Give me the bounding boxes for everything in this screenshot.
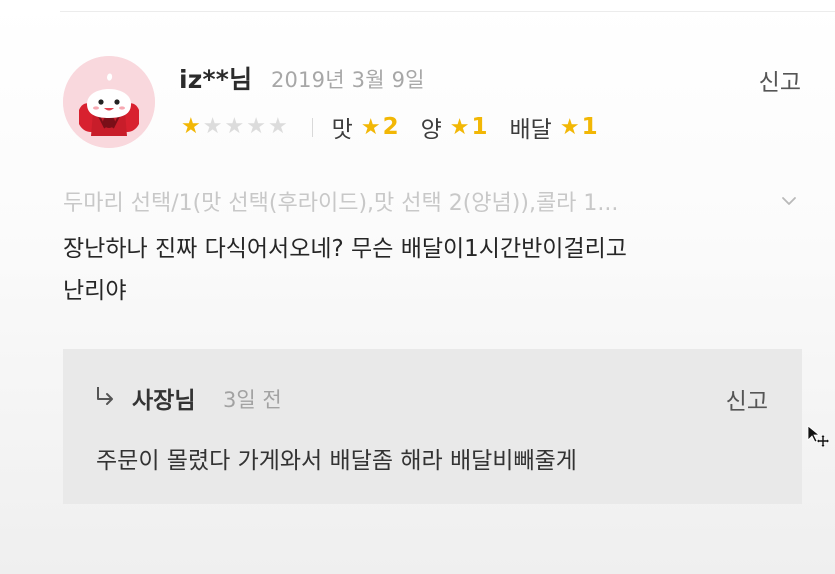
sub-rating-delivery: 배달 ★ 1 [510, 110, 598, 144]
sub-rating-score: 1 [471, 114, 488, 140]
chevron-down-icon[interactable] [780, 192, 798, 210]
user-avatar-icon[interactable] [63, 56, 155, 148]
star-icon: ★ [360, 114, 381, 140]
report-button[interactable]: 신고 [759, 63, 801, 97]
sub-rating-quantity: 양 ★ 1 [421, 110, 488, 144]
user-name: iz**님 [179, 65, 253, 94]
move-cursor-icon [807, 425, 829, 447]
reply-arrow-icon [97, 387, 113, 405]
owner-reply-box: 사장님 3일 전 신고 주문이 몰렸다 가게와서 배달좀 해라 배달비빼줄게 [63, 349, 802, 504]
review-text-line: 난리야 [63, 278, 127, 304]
star-empty-icon: ★ [267, 114, 288, 139]
order-menu-text: 두마리 선택/1(맛 선택(후라이드),맛 선택 2(양념)),콜라 1... [63, 191, 619, 216]
star-empty-icon: ★ [224, 114, 245, 139]
sub-rating-score: 2 [382, 114, 399, 140]
review-date: 2019년 3월 9일 [271, 68, 425, 92]
reply-date: 3일 전 [223, 388, 282, 412]
sub-rating-label: 배달 [509, 117, 552, 143]
ghost-mascot-icon [63, 56, 155, 148]
review-text: 장난하나 진짜 다식어서오네? 무슨 배달이1시간반이걸리고 난리야 [63, 228, 783, 312]
star-icon: ★ [449, 114, 470, 140]
order-menu-summary[interactable]: 두마리 선택/1(맛 선택(후라이드),맛 선택 2(양념)),콜라 1... [63, 185, 798, 217]
star-empty-icon: ★ [202, 114, 223, 139]
review-text-line: 장난하나 진짜 다식어서오네? 무슨 배달이1시간반이걸리고 [63, 236, 627, 262]
review-card: iz**님 2019년 3월 9일 신고 ★ ★ ★ ★ ★ 맛 ★ 2 양 ★ 1 배… [0, 0, 835, 574]
rating-divider [311, 117, 313, 137]
star-icon: ★ [559, 114, 580, 140]
reply-author: 사장님 [132, 388, 196, 414]
star-filled-icon: ★ [181, 114, 201, 139]
sub-rating-score: 1 [581, 114, 598, 140]
overall-rating-stars: ★ ★ ★ ★ ★ [181, 116, 288, 138]
sub-rating-label: 맛 [331, 117, 353, 143]
sub-rating-label: 양 [420, 117, 442, 143]
reply-text: 주문이 몰렸다 가게와서 배달좀 해라 배달비빼줄게 [96, 448, 577, 474]
star-empty-icon: ★ [246, 114, 266, 139]
reply-report-button[interactable]: 신고 [726, 382, 768, 416]
sub-rating-taste: 맛 ★ 2 [332, 110, 399, 144]
rating-row: ★ ★ ★ ★ ★ 맛 ★ 2 양 ★ 1 배달 ★ 1 [181, 110, 620, 144]
